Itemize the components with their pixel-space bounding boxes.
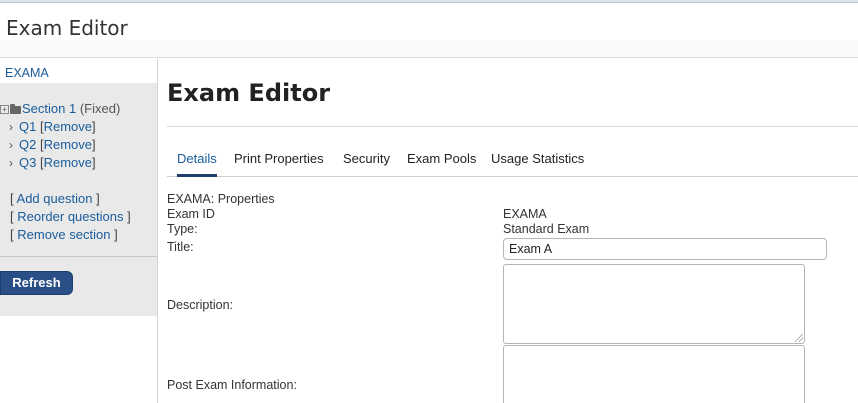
type-label: Type: [167,222,198,236]
question-link-q2[interactable]: Q2 [19,137,36,152]
window-title: Exam Editor [6,16,128,40]
resize-handle-icon[interactable] [795,334,803,342]
exam-code-link[interactable]: EXAMA [5,66,49,80]
exam-id-value: EXAMA [503,207,547,221]
remove-q3-link[interactable]: Remove [44,155,92,170]
tab-print-properties[interactable]: Print Properties [234,151,324,177]
title-input[interactable] [503,238,827,260]
tree-question-row: › Q2 [Remove] [9,137,96,152]
remove-section-row: [ Remove section ] [10,227,118,242]
exam-id-label: Exam ID [167,207,215,221]
reorder-questions-link[interactable]: Reorder questions [17,209,123,224]
title-label: Title: [167,240,194,254]
post-exam-label: Post Exam Information: [167,378,297,392]
main-panel: Exam Editor Details Print Properties Sec… [159,59,858,403]
chevron-right-icon: › [9,156,13,170]
sidebar: EXAMA + Section 1 (Fixed) › Q1 [Remove] › Q… [0,59,158,403]
post-exam-textarea[interactable] [503,345,805,403]
properties-heading: EXAMA: Properties [167,192,275,206]
exam-tree: + Section 1 (Fixed) › Q1 [Remove] › Q2 [Rem… [0,83,157,316]
tab-bar: Details Print Properties Security Exam P… [167,143,858,177]
remove-section-link[interactable]: Remove section [17,227,110,242]
title-divider [167,126,858,127]
question-link-q1[interactable]: Q1 [19,119,36,134]
description-label: Description: [167,298,233,312]
tab-details[interactable]: Details [177,151,217,177]
window-top-border [0,0,858,3]
tree-section-row: + Section 1 (Fixed) [0,101,120,116]
header-divider [0,40,858,58]
tree-question-row: › Q3 [Remove] [9,155,96,170]
chevron-right-icon: › [9,138,13,152]
question-link-q3[interactable]: Q3 [19,155,36,170]
add-question-link[interactable]: Add question [17,191,93,206]
reorder-questions-row: [ Reorder questions ] [10,209,131,224]
tab-usage-statistics[interactable]: Usage Statistics [491,151,584,177]
remove-q1-link[interactable]: Remove [44,119,92,134]
section-suffix: (Fixed) [79,101,121,116]
expand-icon[interactable]: + [0,105,9,115]
sidebar-header: EXAMA [0,59,157,83]
tab-security[interactable]: Security [343,151,390,177]
type-value: Standard Exam [503,222,590,236]
folder-icon [10,103,21,114]
refresh-button[interactable]: Refresh [0,271,73,295]
tab-exam-pools[interactable]: Exam Pools [407,151,476,177]
description-textarea[interactable] [503,264,805,344]
sidebar-divider [0,256,157,257]
remove-q2-link[interactable]: Remove [44,137,92,152]
tree-question-row: › Q1 [Remove] [9,119,96,134]
section-link[interactable]: Section 1 [22,101,76,116]
chevron-right-icon: › [9,120,13,134]
page-title: Exam Editor [167,79,331,107]
add-question-row: [ Add question ] [10,191,100,206]
